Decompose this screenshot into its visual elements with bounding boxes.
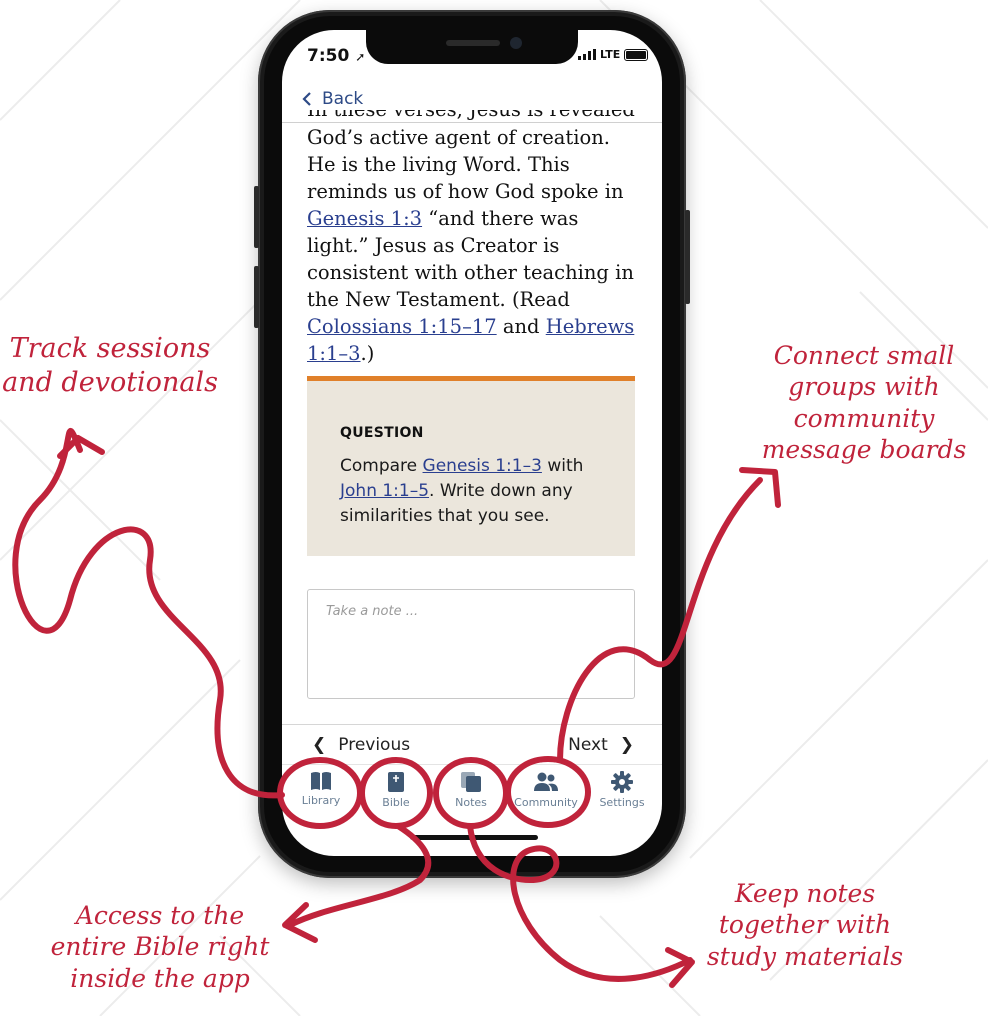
side-button: [685, 210, 690, 304]
front-camera: [510, 37, 522, 49]
reading-text: God’s active agent of creation. He is th…: [307, 126, 624, 203]
back-button[interactable]: Back: [302, 89, 363, 109]
bible-icon: [388, 772, 404, 792]
clipped-line-text: In these verses, Jesus is revealed as: [307, 110, 635, 122]
reading-paragraph: God’s active agent of creation. He is th…: [307, 124, 642, 367]
annotation-keep: Keep notes together with study materials: [706, 879, 904, 971]
chevron-left-icon: ❮: [312, 735, 327, 755]
annotation-access: Access to the entire Bible right inside …: [50, 901, 270, 993]
question-label: QUESTION: [340, 425, 424, 441]
book-icon: [311, 772, 331, 790]
annotation-track: Track sessions and devotionals: [2, 333, 218, 398]
tab-bible[interactable]: Bible: [361, 771, 431, 809]
tab-label: Community: [514, 796, 578, 809]
clipped-line: In these verses, Jesus is revealed as: [307, 110, 642, 122]
status-time-text: 7:50: [307, 46, 350, 66]
status-time: 7:50 ➚: [307, 46, 365, 66]
scripture-link-genesis-1-1[interactable]: Genesis 1:1–3: [423, 456, 542, 476]
tab-label: Bible: [382, 796, 410, 809]
speaker-grille: [446, 40, 500, 46]
tab-library[interactable]: Library: [286, 771, 356, 807]
chevron-left-icon: [302, 92, 311, 106]
scripture-link-genesis-1-3[interactable]: Genesis 1:3: [307, 207, 422, 230]
signal-icon: [578, 49, 596, 60]
status-indicators: LTE: [578, 48, 649, 61]
question-text-part: with: [541, 456, 584, 476]
home-indicator: [410, 835, 538, 840]
community-icon: [534, 772, 558, 791]
nav-divider: [282, 122, 662, 123]
battery-icon: [624, 48, 649, 61]
scripture-link-john[interactable]: John 1:1–5: [340, 481, 429, 501]
scripture-link-colossians[interactable]: Colossians 1:15–17: [307, 315, 497, 338]
side-button: [254, 186, 259, 248]
tab-label: Library: [301, 794, 341, 807]
note-input[interactable]: Take a note ...: [307, 589, 635, 699]
question-text: Compare Genesis 1:1–3 with John 1:1–5. W…: [340, 454, 610, 529]
tab-label: Settings: [599, 796, 645, 809]
reading-content: In these verses, Jesus is revealed as Go…: [307, 110, 642, 367]
next-label: Next: [568, 735, 608, 755]
pager: ❮ Previous Next ❯: [282, 724, 662, 765]
network-label: LTE: [600, 48, 621, 61]
notch: [366, 30, 578, 64]
question-text-part: Compare: [340, 456, 423, 476]
note-placeholder: Take a note ...: [326, 604, 419, 619]
reading-text: .): [360, 342, 375, 365]
chevron-right-icon: ❯: [619, 735, 634, 755]
tab-bar: Library Bible Notes Community Settings: [282, 764, 662, 825]
next-button[interactable]: Next ❯: [568, 735, 634, 755]
back-label: Back: [322, 89, 364, 109]
notes-icon: [461, 772, 481, 792]
reading-text: and: [496, 315, 546, 338]
previous-button[interactable]: ❮ Previous: [312, 735, 410, 755]
location-arrow-icon: ➚: [355, 50, 366, 64]
tab-settings[interactable]: Settings: [587, 771, 657, 809]
gear-icon: [611, 771, 633, 793]
previous-label: Previous: [338, 735, 411, 755]
annotation-connect: Connect small groups with community mess…: [761, 341, 967, 464]
tab-notes[interactable]: Notes: [436, 771, 506, 809]
question-box: QUESTION Compare Genesis 1:1–3 with John…: [307, 376, 635, 556]
tab-community[interactable]: Community: [511, 771, 581, 809]
side-button: [254, 266, 259, 328]
tab-label: Notes: [455, 796, 487, 809]
